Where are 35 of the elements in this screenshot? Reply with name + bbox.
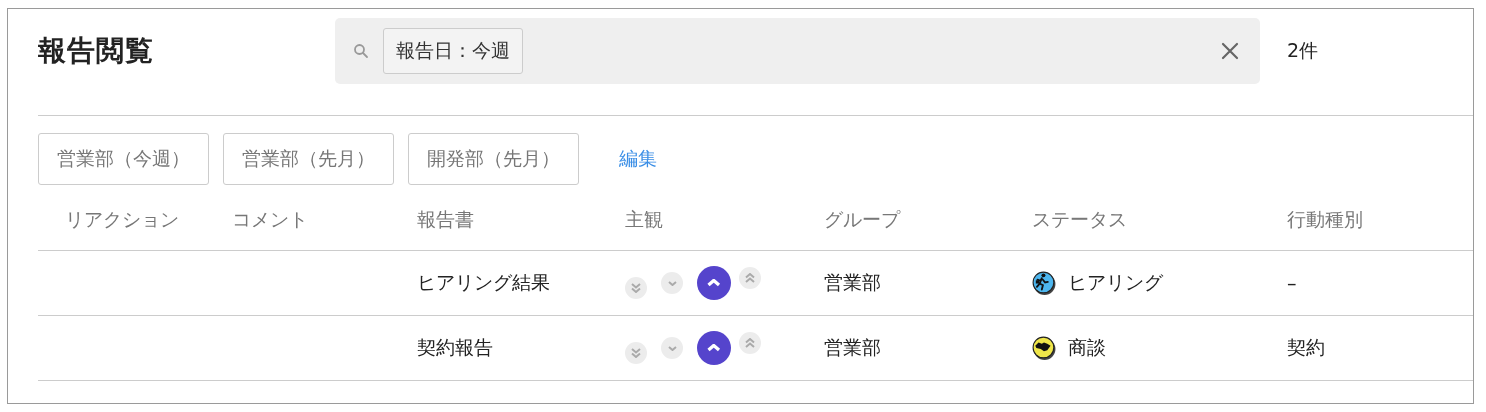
table-cell-text: 契約報告 [416,335,494,360]
double-chevron-down-icon [631,348,641,358]
column-header: ステータス [1031,207,1128,232]
edit-link[interactable]: 編集 [619,146,657,172]
double-chevron-up-icon [745,338,755,348]
saved-filter-button[interactable]: 営業部（先月） [223,133,394,185]
table-cell-text: 営業部 [823,270,882,295]
table-cell-text: 営業部 [823,335,882,360]
rating-button[interactable] [697,331,731,365]
status-label: ヒアリング [1068,270,1163,295]
close-icon [1220,41,1240,61]
saved-filter-button[interactable]: 開発部（先月） [408,133,579,185]
column-header: グループ [823,207,902,232]
search-field[interactable]: 報告日：今週 [335,18,1260,84]
double-chevron-down-icon [631,283,641,293]
double-chevron-up-icon [745,273,755,283]
chevron-up-icon [707,344,721,352]
saved-filter-button[interactable]: 営業部（今週） [38,133,209,185]
column-header: 主観 [624,207,664,232]
column-header: 報告書 [416,207,475,232]
search-icon [353,43,369,59]
status-label: 商談 [1068,335,1106,360]
column-header: 行動種別 [1286,207,1364,232]
table-cell-text: 契約 [1286,335,1326,360]
page-title: 報告閲覧 [38,33,155,69]
column-header: リアクション [64,207,180,232]
rating-button[interactable] [697,266,731,300]
chevron-down-icon [667,280,677,286]
table-cell-text: ヒアリング結果 [416,270,551,295]
table-cell-text: – [1286,272,1298,294]
chevron-down-icon [667,345,677,351]
result-count: 2件 [1287,38,1319,63]
filter-chip[interactable]: 報告日：今週 [383,28,523,74]
column-header: コメント [231,207,309,232]
chevron-up-icon [707,279,721,287]
